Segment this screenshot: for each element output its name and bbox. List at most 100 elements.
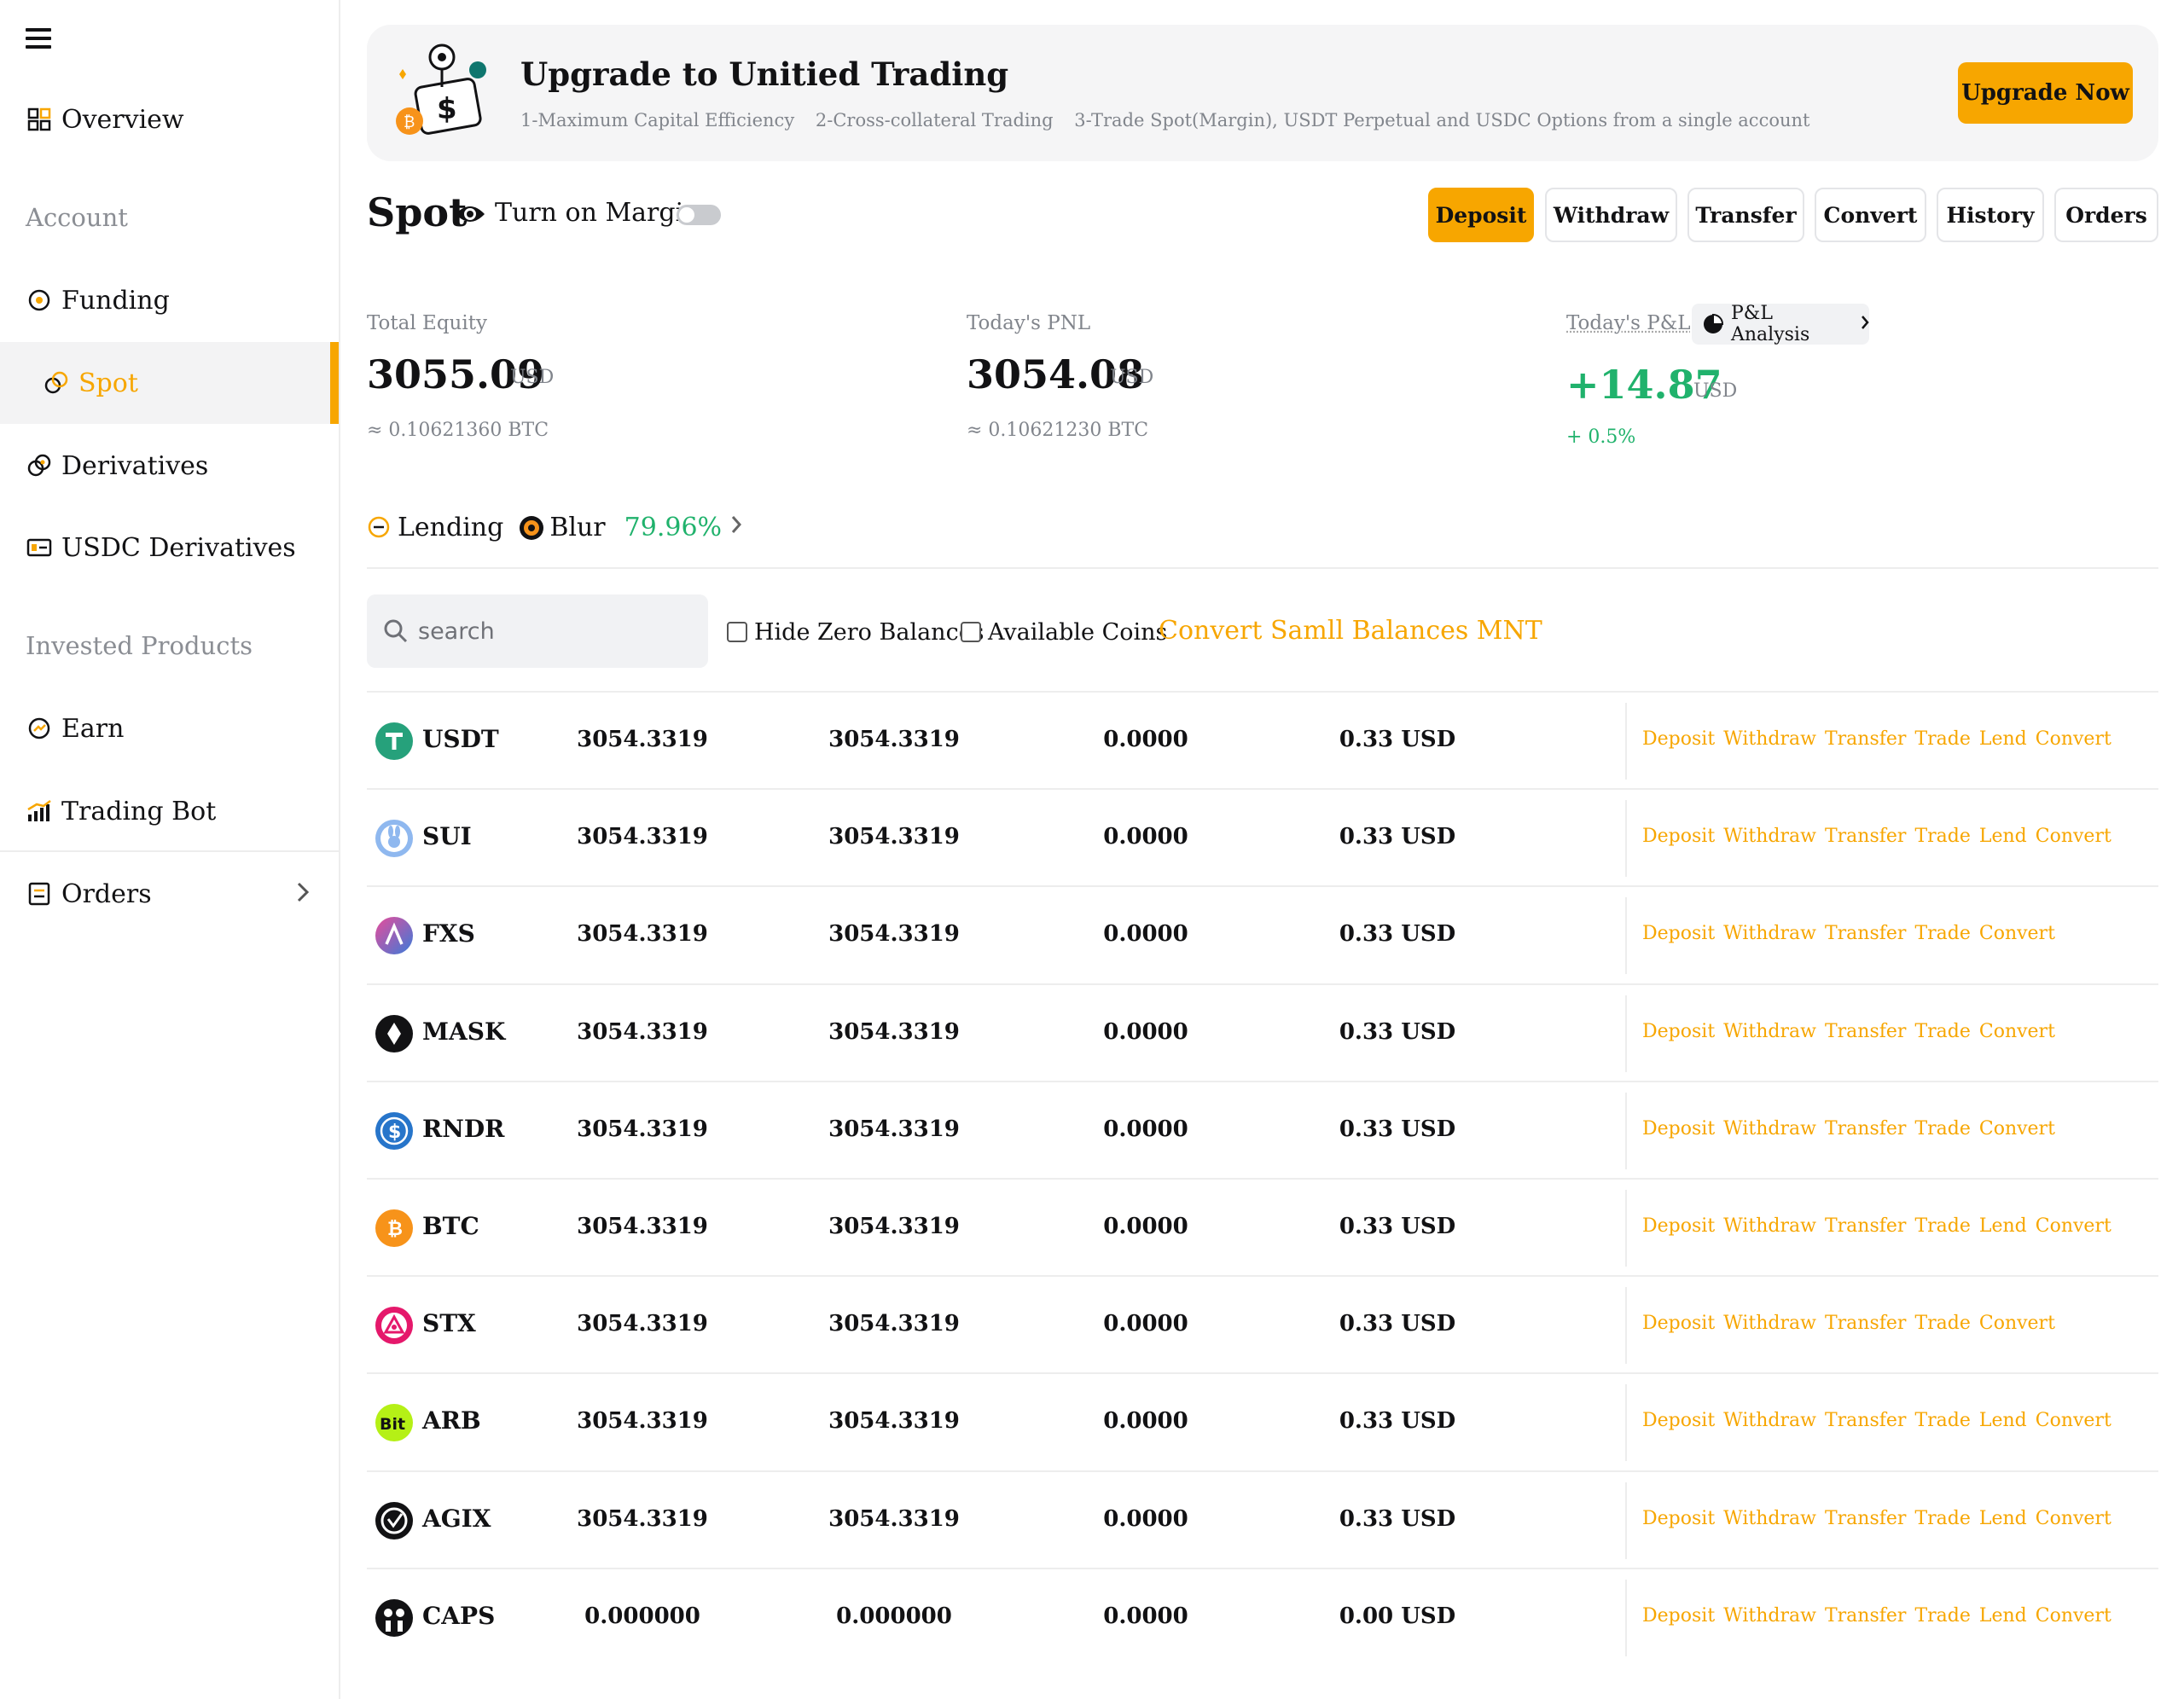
sidebar-item-spot[interactable]: Spot bbox=[0, 342, 339, 424]
margin-label: Turn on Margin bbox=[495, 198, 700, 228]
trade-link[interactable]: Trade bbox=[1914, 1215, 1970, 1237]
lend-link[interactable]: Lend bbox=[1979, 1215, 2027, 1237]
withdraw-link[interactable]: Withdraw bbox=[1723, 1118, 1816, 1139]
sidebar-item-derivatives[interactable]: Derivatives bbox=[0, 425, 339, 507]
trade-link[interactable]: Trade bbox=[1914, 1410, 1970, 1431]
deposit-link[interactable]: Deposit bbox=[1642, 923, 1715, 944]
sidebar-item-orders[interactable]: Orders bbox=[0, 853, 339, 935]
withdraw-button[interactable]: Withdraw bbox=[1545, 188, 1677, 242]
deposit-link[interactable]: Deposit bbox=[1642, 1313, 1715, 1334]
trade-link[interactable]: Trade bbox=[1914, 1508, 1970, 1529]
deposit-link[interactable]: Deposit bbox=[1642, 1118, 1715, 1139]
transfer-link[interactable]: Transfer bbox=[1825, 1118, 1906, 1139]
row-actions: Deposit Withdraw Transfer Trade Lend Convert bbox=[1642, 1508, 2120, 1529]
checkbox-box[interactable] bbox=[727, 622, 747, 642]
table-row: $ RNDR 3054.3319 3054.3319 0.0000 0.33 USD Dep… bbox=[367, 1080, 2158, 1178]
lend-link[interactable]: Lend bbox=[1979, 1410, 2027, 1431]
withdraw-link[interactable]: Withdraw bbox=[1723, 728, 1816, 750]
transfer-link[interactable]: Transfer bbox=[1825, 1508, 1906, 1529]
upgrade-now-button[interactable]: Upgrade Now bbox=[1958, 62, 2133, 124]
deposit-link[interactable]: Deposit bbox=[1642, 1605, 1715, 1627]
convert-link[interactable]: Convert bbox=[1979, 923, 2055, 944]
withdraw-link[interactable]: Withdraw bbox=[1723, 826, 1816, 847]
transfer-link[interactable]: Transfer bbox=[1825, 1215, 1906, 1237]
deposit-button[interactable]: Deposit bbox=[1428, 188, 1534, 242]
withdraw-link[interactable]: Withdraw bbox=[1723, 1605, 1816, 1627]
withdraw-link[interactable]: Withdraw bbox=[1723, 1508, 1816, 1529]
convert-link[interactable]: Convert bbox=[2036, 1215, 2111, 1237]
sidebar-item-overview[interactable]: Overview bbox=[0, 78, 339, 160]
sidebar-item-trading-bot[interactable]: Trading Bot bbox=[0, 770, 339, 852]
transfer-link[interactable]: Transfer bbox=[1825, 1313, 1906, 1334]
deposit-link[interactable]: Deposit bbox=[1642, 1508, 1715, 1529]
trade-link[interactable]: Trade bbox=[1914, 1605, 1970, 1627]
row-actions: Deposit Withdraw Transfer Trade Convert bbox=[1642, 1021, 2064, 1042]
checkbox-box[interactable] bbox=[961, 622, 981, 642]
total-balance: 3054.3319 bbox=[577, 1408, 708, 1435]
orders-button[interactable]: Orders bbox=[2054, 188, 2158, 242]
usd-value: 0.33 USD bbox=[1339, 1214, 1456, 1239]
sidebar-item-label: Derivatives bbox=[61, 450, 209, 481]
table-row: STX 3054.3319 3054.3319 0.0000 0.33 USD Depos… bbox=[367, 1275, 2158, 1372]
convert-button[interactable]: Convert bbox=[1815, 188, 1926, 242]
search-input[interactable] bbox=[418, 618, 691, 645]
convert-link[interactable]: Convert bbox=[2036, 1605, 2111, 1627]
transfer-link[interactable]: Transfer bbox=[1825, 826, 1906, 847]
deposit-link[interactable]: Deposit bbox=[1642, 1410, 1715, 1431]
transfer-button[interactable]: Transfer bbox=[1687, 188, 1804, 242]
convert-link[interactable]: Convert bbox=[2036, 1508, 2111, 1529]
trade-link[interactable]: Trade bbox=[1914, 826, 1970, 847]
table-row: MASK 3054.3319 3054.3319 0.0000 0.33 USD Depo… bbox=[367, 983, 2158, 1081]
withdraw-link[interactable]: Withdraw bbox=[1723, 923, 1816, 944]
sidebar-item-label: Orders bbox=[61, 878, 152, 909]
transfer-link[interactable]: Transfer bbox=[1825, 1410, 1906, 1431]
transfer-link[interactable]: Transfer bbox=[1825, 1021, 1906, 1042]
hide-zero-balances-checkbox[interactable]: Hide Zero Balances bbox=[727, 618, 985, 647]
trade-link[interactable]: Trade bbox=[1914, 1118, 1970, 1139]
deposit-link[interactable]: Deposit bbox=[1642, 728, 1715, 750]
deposit-link[interactable]: Deposit bbox=[1642, 826, 1715, 847]
usd-value: 0.00 USD bbox=[1339, 1603, 1456, 1629]
margin-toggle[interactable] bbox=[677, 205, 721, 225]
transfer-link[interactable]: Transfer bbox=[1825, 728, 1906, 750]
convert-link[interactable]: Convert bbox=[2036, 826, 2111, 847]
trade-link[interactable]: Trade bbox=[1914, 728, 1970, 750]
convert-link[interactable]: Convert bbox=[1979, 1118, 2055, 1139]
withdraw-link[interactable]: Withdraw bbox=[1723, 1021, 1816, 1042]
convert-link[interactable]: Convert bbox=[2036, 1410, 2111, 1431]
deposit-link[interactable]: Deposit bbox=[1642, 1215, 1715, 1237]
pl-analysis-button[interactable]: P&L Analysis bbox=[1692, 303, 1869, 345]
sidebar-item-usdc-derivatives[interactable]: USDC Derivatives bbox=[0, 507, 339, 589]
sidebar-item-earn[interactable]: Earn bbox=[0, 687, 339, 769]
usd-value: 0.33 USD bbox=[1339, 727, 1456, 752]
lend-link[interactable]: Lend bbox=[1979, 1508, 2027, 1529]
withdraw-link[interactable]: Withdraw bbox=[1723, 1410, 1816, 1431]
convert-link[interactable]: Convert bbox=[2036, 728, 2111, 750]
transfer-link[interactable]: Transfer bbox=[1825, 923, 1906, 944]
history-button[interactable]: History bbox=[1937, 188, 2044, 242]
trade-link[interactable]: Trade bbox=[1914, 1313, 1970, 1334]
convert-link[interactable]: Convert bbox=[1979, 1021, 2055, 1042]
trade-link[interactable]: Trade bbox=[1914, 1021, 1970, 1042]
lend-link[interactable]: Lend bbox=[1979, 826, 2027, 847]
available-coins-checkbox[interactable]: Available Coins bbox=[961, 618, 1167, 647]
lend-link[interactable]: Lend bbox=[1979, 728, 2027, 750]
sidebar-item-funding[interactable]: Funding bbox=[0, 259, 339, 341]
convert-small-balances-link[interactable]: Convert Samll Balances MNT bbox=[1159, 616, 1542, 646]
trade-link[interactable]: Trade bbox=[1914, 923, 1970, 944]
transfer-link[interactable]: Transfer bbox=[1825, 1605, 1906, 1627]
eye-icon[interactable] bbox=[454, 201, 486, 227]
deposit-link[interactable]: Deposit bbox=[1642, 1021, 1715, 1042]
svg-text:₿: ₿ bbox=[387, 1219, 403, 1240]
earn-icon bbox=[26, 715, 53, 742]
table-row: ₿ BTC 3054.3319 3054.3319 0.0000 0.33 USD Depo… bbox=[367, 1178, 2158, 1275]
withdraw-link[interactable]: Withdraw bbox=[1723, 1215, 1816, 1237]
chevron-right-icon bbox=[296, 877, 310, 911]
convert-link[interactable]: Convert bbox=[1979, 1313, 2055, 1334]
todays-pl-label[interactable]: Today's P&L bbox=[1566, 312, 1691, 334]
menu-icon[interactable] bbox=[26, 28, 51, 49]
lend-link[interactable]: Lend bbox=[1979, 1605, 2027, 1627]
lending-row[interactable]: Lending Blur 79.96% bbox=[367, 510, 742, 544]
withdraw-link[interactable]: Withdraw bbox=[1723, 1313, 1816, 1334]
available-balance: 3054.3319 bbox=[828, 1505, 960, 1532]
